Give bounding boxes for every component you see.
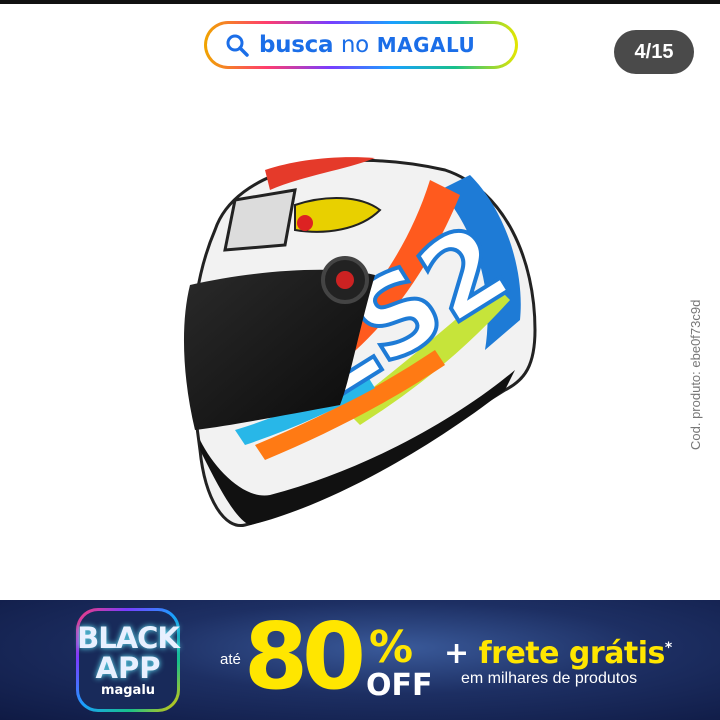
promo-asterisk: *: [664, 640, 672, 656]
search-word-no: no: [340, 32, 369, 58]
black-app-badge-inner: BLACK APP magalu: [77, 611, 180, 709]
promo-subline: em milhares de produtos: [461, 670, 638, 687]
search-icon: [226, 34, 249, 57]
promo-percent-sign: %: [369, 622, 414, 673]
search-bar[interactable]: busca no MAGALU: [204, 21, 518, 69]
image-counter: 4/15: [614, 30, 694, 74]
badge-app-text: APP: [95, 650, 161, 685]
badge-magalu-text: magalu: [100, 682, 156, 698]
promo-frete-label: frete grátis: [478, 636, 666, 671]
promo-percent-number: 80: [244, 603, 366, 710]
promo-off-text: OFF: [366, 668, 433, 703]
promo-ate-text: até: [220, 651, 241, 668]
badge-black-text: BLACK: [77, 620, 180, 655]
search-word-busca: busca: [259, 32, 334, 58]
search-bar-inner[interactable]: busca no MAGALU: [207, 24, 515, 66]
promo-frete-text: + frete grátis*: [444, 630, 672, 672]
product-code: Cod. produto: ebe0f73c9d: [688, 299, 703, 450]
product-image-helmet[interactable]: LS2: [175, 150, 550, 535]
black-app-badge: BLACK APP magalu: [76, 608, 180, 712]
top-status-line: [0, 0, 720, 4]
magalu-brand: MAGALU: [376, 33, 476, 57]
search-label[interactable]: busca no MAGALU: [259, 32, 475, 58]
promo-plus-sign: +: [444, 636, 469, 671]
